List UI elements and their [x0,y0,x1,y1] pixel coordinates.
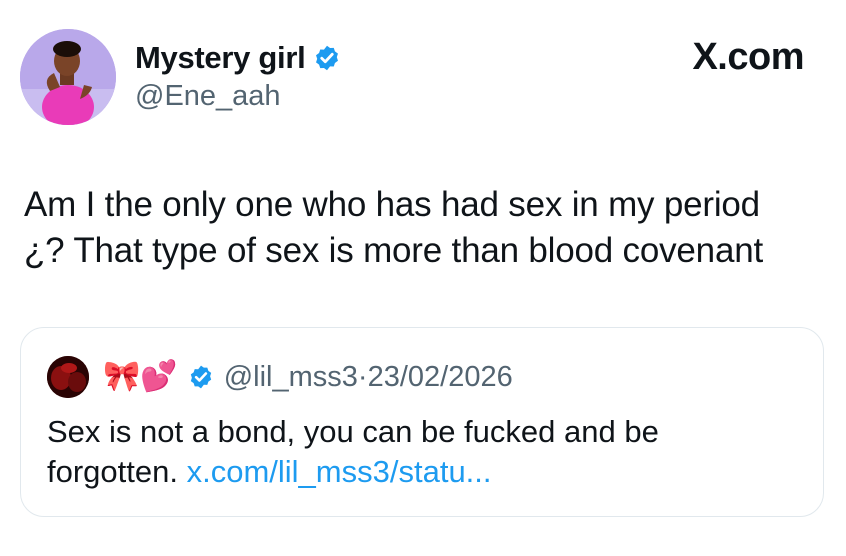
brand-logo: X.com [692,36,804,78]
quoted-verified-badge-icon [190,365,211,389]
author-name-row: Mystery girl [135,38,341,78]
author-avatar[interactable] [20,29,116,125]
quoted-tweet-text-line: forgotten. x.com/lil_mss3/statu... [47,452,807,492]
author-handle[interactable]: @Ene_aah [135,80,281,113]
tweet-text: Am I the only one who has had sex in my … [24,182,824,274]
quoted-author-avatar[interactable] [47,356,89,398]
quoted-tweet-text: Sex is not a bond, you can be fucked and… [47,412,807,492]
author-display-name[interactable]: Mystery girl [135,40,306,76]
quoted-tweet-card[interactable]: 🎀💕 @lil_mss3·23/02/2026 Sex is not a bon… [20,327,824,517]
quoted-avatar-photo [47,356,89,398]
quoted-author-handle[interactable]: @lil_mss3 [224,361,358,393]
quoted-tweet-text-end: forgotten. [47,454,178,489]
verified-badge-icon [316,45,339,71]
quoted-author-display-name[interactable]: 🎀💕 [103,356,178,398]
quoted-tweet-date[interactable]: 23/02/2026 [368,361,513,393]
avatar-photo [20,29,116,125]
meta-separator: · [357,360,368,393]
quoted-tweet-header: 🎀💕 @lil_mss3·23/02/2026 [47,356,513,398]
quoted-tweet-link[interactable]: x.com/lil_mss3/statu... [187,454,492,489]
quoted-tweet-meta: @lil_mss3·23/02/2026 [224,361,513,394]
tweet-text-line: Am I the only one who has had sex in my … [24,185,760,224]
tweet-text-line: ¿? That type of sex is more than blood c… [24,231,763,270]
quoted-tweet-text-line: Sex is not a bond, you can be fucked and… [47,414,659,449]
